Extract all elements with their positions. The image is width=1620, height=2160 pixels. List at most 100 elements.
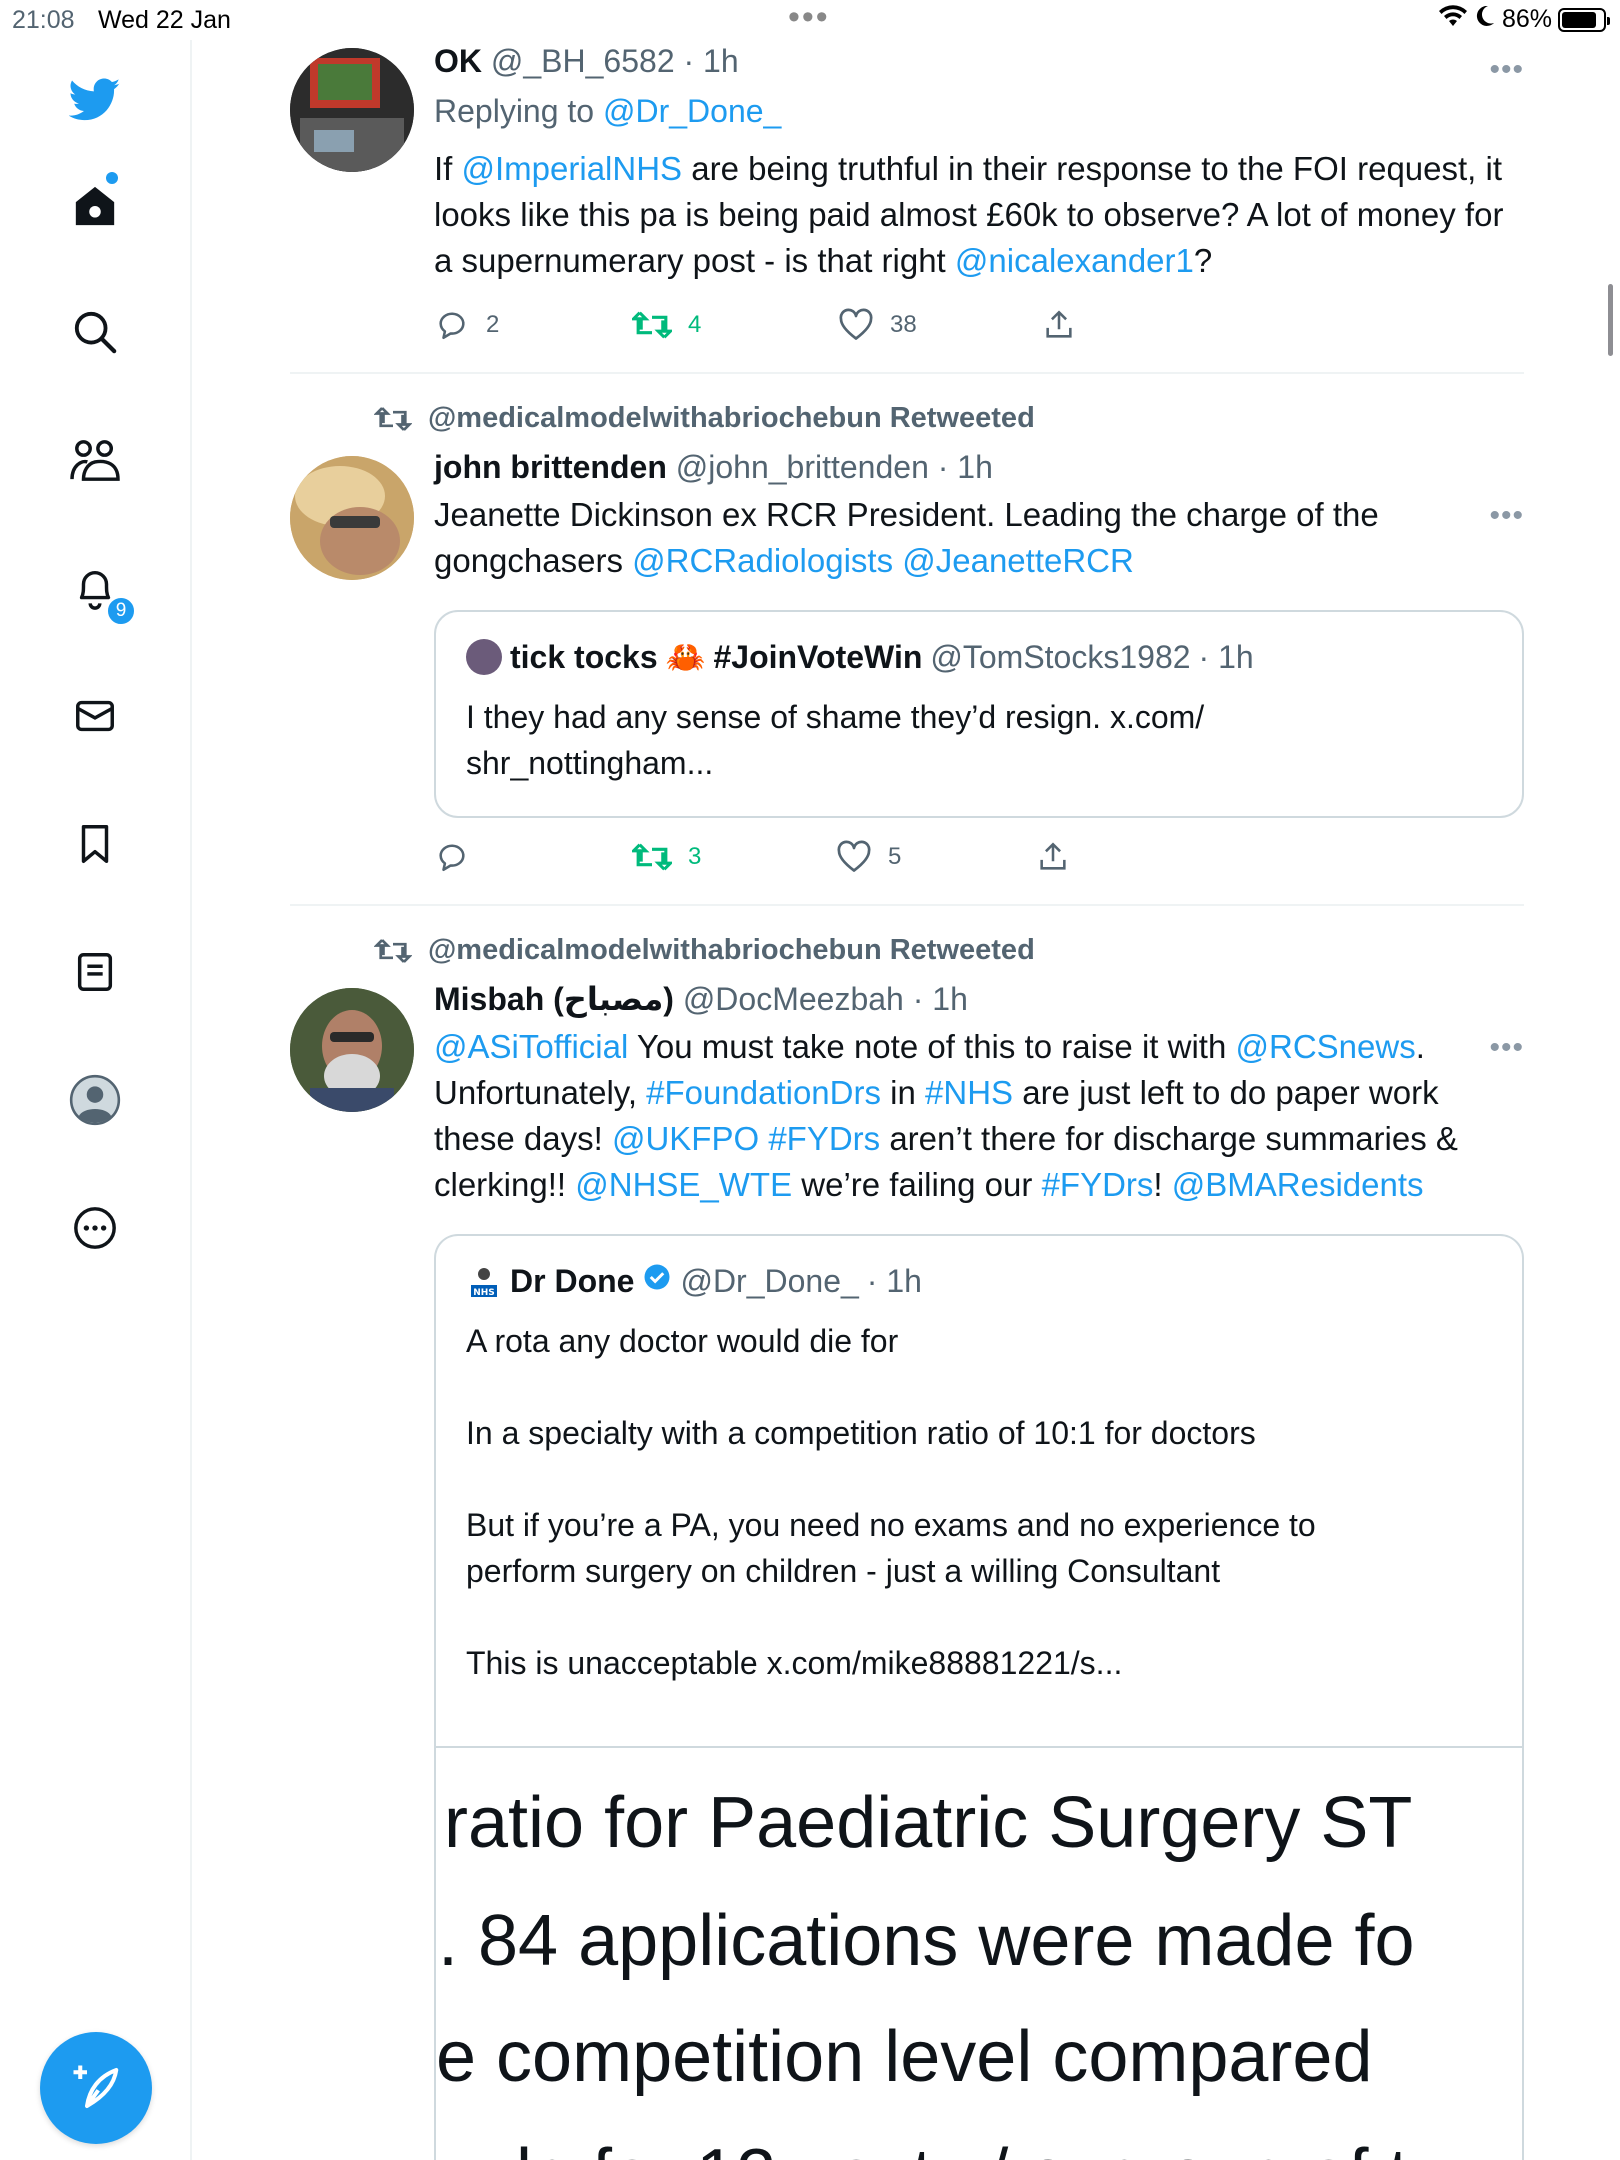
like-button[interactable]: 38 — [838, 308, 1042, 342]
compose-tweet-button[interactable] — [40, 2032, 152, 2144]
nhs-logo-avatar[interactable]: NHS — [466, 1263, 502, 1299]
communities-icon[interactable] — [65, 430, 125, 490]
status-time: 21:08 — [12, 6, 75, 34]
retweet-button[interactable]: 3 — [632, 840, 836, 874]
reply-icon — [439, 844, 465, 872]
retweet-icon — [632, 311, 672, 339]
more-circle-icon[interactable] — [65, 1198, 125, 1258]
quoted-author-handle[interactable]: @TomStocks1982 — [930, 636, 1190, 678]
quoted-text-line: shr_nottingham... — [466, 745, 714, 781]
author-name[interactable]: john brittenden — [434, 449, 667, 485]
retweeted-by-label[interactable]: @medicalmodelwithabriochebun Retweeted — [374, 934, 1035, 967]
share-button[interactable] — [1042, 308, 1076, 342]
tweet-text: @ASiTofficial You must take note of this… — [434, 1024, 1514, 1208]
tweet-time[interactable]: · 1h — [684, 43, 739, 79]
share-icon — [1040, 842, 1066, 870]
scroll-indicator[interactable] — [1608, 284, 1613, 356]
multitasking-dots[interactable]: ••• — [788, 0, 830, 34]
mention[interactable]: @RCRadiologists — [632, 542, 893, 579]
retweeted-by-text: @medicalmodelwithabriochebun Retweeted — [428, 934, 1035, 966]
mention[interactable]: @UKFPO — [612, 1120, 759, 1157]
quoted-image[interactable]: ratio for Paediatric Surgery ST . 84 app… — [436, 1748, 1522, 2160]
home-unread-dot — [106, 172, 118, 184]
mention[interactable]: @RCSnews — [1235, 1028, 1415, 1065]
avatar[interactable] — [290, 988, 414, 1112]
retweet-icon — [374, 938, 412, 963]
hashtag[interactable]: #FYDrs — [1042, 1166, 1154, 1203]
quoted-author-name-2[interactable]: #JoinVoteWin — [713, 636, 922, 678]
quoted-tweet-time[interactable]: · 1h — [867, 1260, 922, 1302]
text-segment: If — [434, 150, 453, 187]
author-name[interactable]: Misbah (مصباح) — [434, 981, 674, 1017]
reply-icon — [439, 312, 465, 340]
tweet-text: If @ImperialNHS are being truthful in th… — [434, 146, 1514, 284]
quoted-author-name[interactable]: Dr Done — [510, 1260, 634, 1302]
profile-avatar-icon[interactable] — [65, 1070, 125, 1130]
reply-to-mention[interactable]: @Dr_Done_ — [603, 93, 781, 129]
text-segment: aren’t there for discharge summaries & — [889, 1120, 1458, 1157]
retweeted-by-label[interactable]: @medicalmodelwithabriochebun Retweeted — [374, 402, 1035, 435]
quoted-tweet[interactable]: tick tocks 🦀 #JoinVoteWin @TomStocks1982… — [434, 610, 1524, 818]
quoted-text-line: A rota any doctor would die for — [466, 1323, 899, 1359]
text-segment: . — [1415, 1028, 1425, 1065]
text-segment: Unfortunately, — [434, 1074, 637, 1111]
mail-icon[interactable] — [65, 686, 125, 746]
author-name[interactable]: OK — [434, 43, 482, 79]
avatar[interactable] — [290, 456, 414, 580]
heart-icon — [839, 308, 873, 340]
status-date: Wed 22 Jan — [98, 6, 231, 34]
author-handle[interactable]: @_BH_6582 — [491, 43, 675, 79]
lists-icon[interactable] — [65, 942, 125, 1002]
like-count: 38 — [890, 311, 917, 338]
hashtag[interactable]: #FoundationDrs — [646, 1074, 881, 1111]
author-handle[interactable]: @john_brittenden — [676, 449, 929, 485]
more-options-icon[interactable]: ••• — [1489, 501, 1524, 531]
tweet-time[interactable]: · 1h — [913, 981, 968, 1017]
more-options-icon[interactable]: ••• — [1489, 1033, 1524, 1063]
retweet-icon — [374, 406, 412, 431]
mention[interactable]: @NHSE_WTE — [575, 1166, 792, 1203]
reply-prefix: Replying to — [434, 93, 595, 129]
hashtag[interactable]: #FYDrs — [768, 1120, 880, 1157]
retweet-button[interactable]: 4 — [632, 308, 838, 342]
mention[interactable]: @ImperialNHS — [462, 150, 683, 187]
reply-button[interactable]: 2 — [434, 308, 632, 342]
twitter-bird-icon[interactable] — [65, 70, 125, 130]
tweet-text: Jeanette Dickinson ex RCR President. Lea… — [434, 492, 1474, 584]
quoted-text-line: But if you’re a PA, you need no exams an… — [466, 1507, 1316, 1543]
tweet-actions: 3 5 — [434, 840, 1070, 874]
quoted-author-name[interactable]: tick tocks — [510, 636, 658, 678]
mention[interactable]: @JeanetteRCR — [902, 542, 1134, 579]
feather-plus-icon — [73, 2065, 119, 2109]
reply-count: 2 — [486, 311, 500, 338]
avatar[interactable] — [290, 48, 414, 172]
mention[interactable]: @BMAResidents — [1172, 1166, 1424, 1203]
image-text-line: . 84 applications were made fo — [438, 1901, 1415, 1981]
quoted-tweet-time[interactable]: · 1h — [1199, 636, 1254, 678]
image-text-line: e competition level compared — [436, 2017, 1373, 2097]
retweet-count: 4 — [688, 311, 702, 338]
battery-percent: 86% — [1501, 5, 1552, 33]
quoted-author-handle[interactable]: @Dr_Done_ — [680, 1260, 858, 1302]
mention[interactable]: @ASiTofficial — [434, 1028, 628, 1065]
bookmark-icon[interactable] — [65, 814, 125, 874]
text-segment: You must take note of this to raise it w… — [636, 1028, 1227, 1065]
retweet-icon — [632, 843, 672, 871]
tweet-time[interactable]: · 1h — [938, 449, 993, 485]
search-icon[interactable] — [65, 302, 125, 362]
retweet-count: 3 — [688, 843, 702, 870]
like-count: 5 — [888, 843, 902, 870]
mention[interactable]: @nicalexander1 — [955, 242, 1194, 279]
quoted-text-line: perform surgery on children - just a wil… — [466, 1553, 1221, 1589]
like-button[interactable]: 5 — [836, 840, 1036, 874]
image-text-line: ratio for Paediatric Surgery ST — [444, 1783, 1413, 1863]
verified-badge-icon — [642, 1260, 672, 1302]
quoted-tweet[interactable]: NHS Dr Done @Dr_Done_ · 1h A rota any do… — [434, 1234, 1524, 2160]
more-options-icon[interactable]: ••• — [1489, 55, 1524, 85]
avatar[interactable] — [466, 639, 502, 675]
share-button[interactable] — [1036, 840, 1070, 874]
hashtag[interactable]: #NHS — [925, 1074, 1013, 1111]
home-icon[interactable] — [65, 176, 125, 236]
author-handle[interactable]: @DocMeezbah — [683, 981, 904, 1017]
reply-button[interactable] — [434, 840, 632, 874]
